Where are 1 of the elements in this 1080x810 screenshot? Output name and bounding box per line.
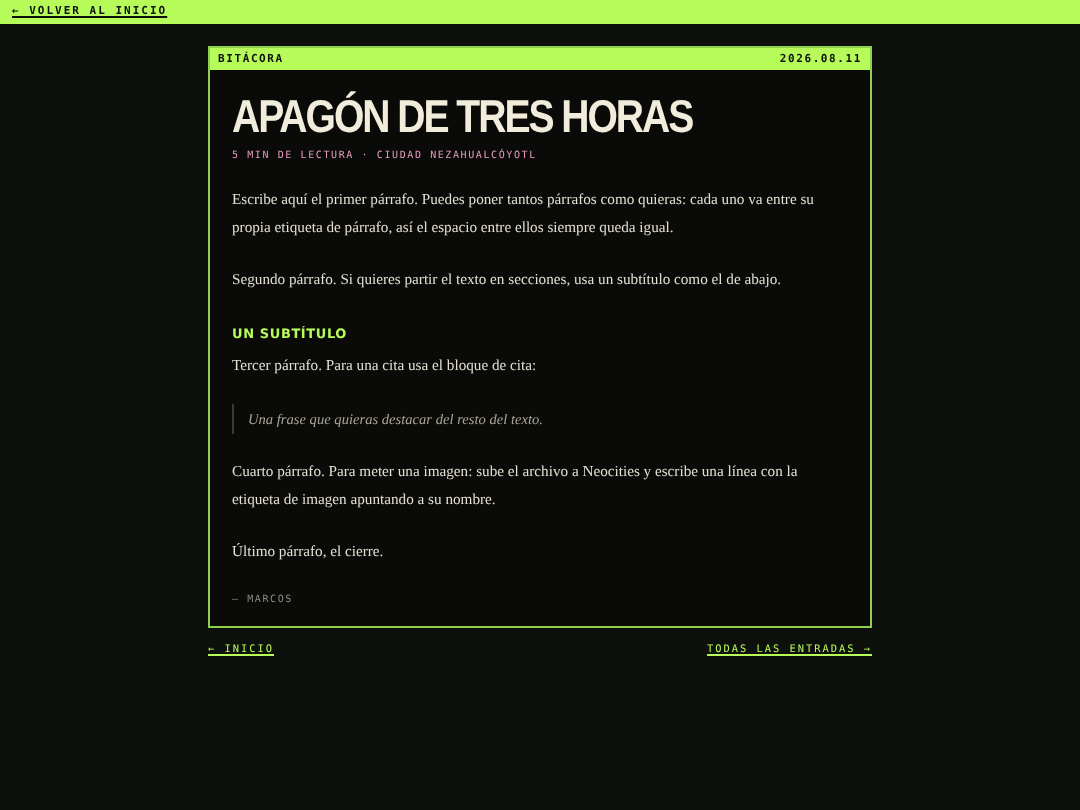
post-title: APAGÓN DE TRES HORAS <box>232 90 693 144</box>
